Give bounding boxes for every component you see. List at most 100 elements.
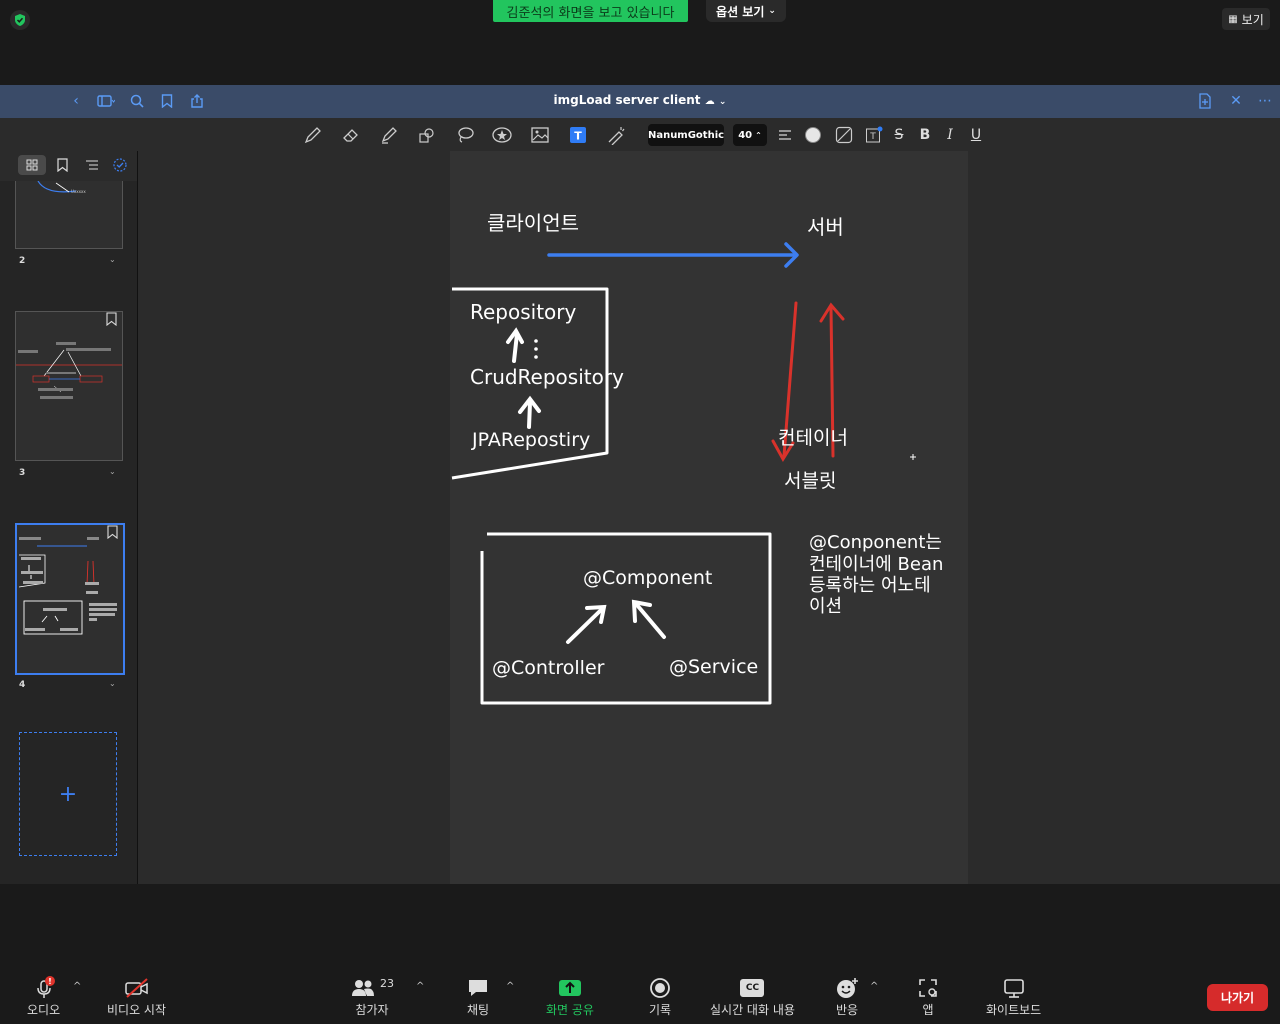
chat-control[interactable]: 채팅: [466, 975, 490, 1018]
apps-label: 앱: [922, 1003, 934, 1017]
grid-view-icon: ▦: [1228, 13, 1238, 25]
chat-options-chevron-icon[interactable]: ^: [506, 981, 514, 992]
participants-count: 23: [380, 976, 394, 990]
lasso-tool-icon[interactable]: [454, 124, 476, 146]
page-thumbnail-2[interactable]: Uxxxxx: [15, 180, 123, 249]
bookmarks-tab-icon[interactable]: [48, 155, 76, 175]
chevron-down-icon[interactable]: ⌄: [109, 467, 116, 476]
page-thumbnail-3[interactable]: [15, 311, 123, 461]
view-button[interactable]: ▦ 보기: [1222, 8, 1270, 30]
plus-icon: +: [58, 781, 78, 807]
share-screen-label: 화면 공유: [546, 1003, 594, 1017]
video-control[interactable]: 비디오 시작: [107, 975, 166, 1018]
add-page-icon[interactable]: [1196, 93, 1214, 109]
controller-label: @Controller: [492, 657, 605, 679]
page-number-3: 3: [19, 468, 26, 478]
eraser-tool-icon[interactable]: [340, 124, 362, 146]
component-note-line-1: @Conponent는: [809, 532, 942, 553]
security-shield-icon[interactable]: [10, 10, 30, 30]
meeting-controls-bar: [0, 884, 1280, 1024]
chevron-down-icon: ⌄: [718, 97, 727, 107]
apps-icon: [917, 975, 939, 1001]
strikethrough-icon[interactable]: S: [890, 124, 908, 146]
record-icon: [649, 975, 671, 1001]
elements-tool-icon[interactable]: [491, 124, 513, 146]
audio-control[interactable]: ! 오디오: [27, 975, 60, 1018]
document-title[interactable]: imgLoad server client ☁ ⌄: [540, 93, 740, 109]
servlet-label: 서블릿: [784, 470, 837, 492]
sidebar-tabs: [18, 155, 128, 177]
view-label: 보기: [1241, 12, 1264, 27]
whiteboard-label: 화이트보드: [986, 1003, 1042, 1017]
chevron-down-icon[interactable]: ⌄: [109, 255, 116, 264]
search-icon[interactable]: [128, 93, 146, 109]
underline-icon[interactable]: U: [967, 124, 985, 146]
no-fill-icon[interactable]: [834, 124, 854, 146]
captions-control[interactable]: CC 실시간 대화 내용: [710, 975, 795, 1018]
record-control[interactable]: 기록: [649, 975, 671, 1018]
reactions-control[interactable]: 반응: [835, 975, 859, 1018]
view-options-button[interactable]: 옵션 보기 ⌄: [706, 0, 786, 22]
video-off-icon: [123, 975, 151, 1001]
page-thumbnail-4[interactable]: [15, 523, 125, 675]
align-left-icon[interactable]: [776, 124, 794, 146]
container-label: 컨테이너: [778, 427, 848, 449]
participants-control[interactable]: 23 참가자: [350, 975, 394, 1018]
svg-text:T: T: [574, 130, 582, 143]
audio-label: 오디오: [27, 1003, 61, 1017]
font-size-selector[interactable]: 40 ⌃: [733, 124, 767, 146]
bookmark-icon[interactable]: [106, 311, 117, 330]
bookmark-icon[interactable]: [158, 93, 176, 109]
participants-options-chevron-icon[interactable]: ^: [416, 981, 424, 992]
select-check-icon[interactable]: [106, 155, 134, 175]
component-note-line-2: 컨테이너에 Bean: [809, 554, 944, 575]
note-page[interactable]: 클라이언트 서버 Repository CrudRepository JPARe…: [450, 151, 968, 884]
bookmark-icon[interactable]: [107, 524, 118, 543]
share-export-icon[interactable]: [188, 93, 206, 109]
outline-tab-icon[interactable]: [78, 155, 106, 175]
record-label: 기록: [649, 1003, 672, 1017]
share-screen-control[interactable]: 화면 공유: [546, 975, 594, 1018]
sidebar-toggle-icon[interactable]: [95, 93, 117, 109]
stepper-icon: ⌃: [755, 130, 762, 140]
participants-label: 참가자: [355, 1003, 389, 1017]
chevron-down-icon: ⌄: [768, 6, 776, 16]
apps-control[interactable]: 앱: [917, 975, 939, 1018]
highlighter-tool-icon[interactable]: [378, 124, 400, 146]
chevron-down-icon[interactable]: ⌄: [109, 679, 116, 688]
close-icon[interactable]: ✕: [1227, 93, 1245, 109]
image-tool-icon[interactable]: [529, 124, 551, 146]
font-family-selector[interactable]: NanumGothic: [648, 124, 724, 146]
whiteboard-icon: [1002, 975, 1026, 1001]
document-title-text: imgLoad server client: [553, 93, 701, 107]
view-options-label: 옵션 보기: [716, 4, 765, 19]
component-note-line-4: 이션: [809, 596, 843, 617]
client-label: 클라이언트: [487, 211, 579, 235]
service-label: @Service: [669, 656, 759, 678]
microphone-icon: !: [32, 975, 56, 1001]
jpa-repository-label: JPARepostiry: [472, 429, 591, 451]
svg-text:Uxxxxx: Uxxxxx: [71, 189, 86, 194]
italic-icon[interactable]: I: [941, 124, 959, 146]
audio-options-chevron-icon[interactable]: ^: [73, 981, 81, 992]
crud-repository-label: CrudRepository: [470, 365, 624, 389]
bold-icon[interactable]: B: [916, 124, 934, 146]
text-box-style-icon[interactable]: T: [864, 124, 884, 146]
participants-icon: 23: [350, 975, 394, 1001]
page-number-2: 2: [19, 256, 26, 266]
more-options-icon[interactable]: ⋯: [1256, 93, 1274, 109]
color-swatch-icon[interactable]: [803, 124, 823, 146]
add-page-button[interactable]: +: [19, 732, 117, 856]
reactions-options-chevron-icon[interactable]: ^: [870, 981, 878, 992]
pen-tool-icon[interactable]: [302, 124, 324, 146]
svg-text:!: !: [48, 977, 52, 986]
whiteboard-control[interactable]: 화이트보드: [986, 975, 1041, 1018]
text-tool-icon[interactable]: T: [567, 124, 589, 146]
leave-meeting-button[interactable]: 나가기: [1207, 984, 1268, 1011]
laser-pointer-icon[interactable]: [605, 124, 627, 146]
component-label: @Component: [583, 567, 713, 589]
back-chevron-icon[interactable]: ‹: [67, 93, 85, 109]
component-note-line-3: 등록하는 어노테: [809, 575, 931, 596]
grid-view-tab-icon[interactable]: [18, 155, 46, 175]
shapes-tool-icon[interactable]: [416, 124, 438, 146]
